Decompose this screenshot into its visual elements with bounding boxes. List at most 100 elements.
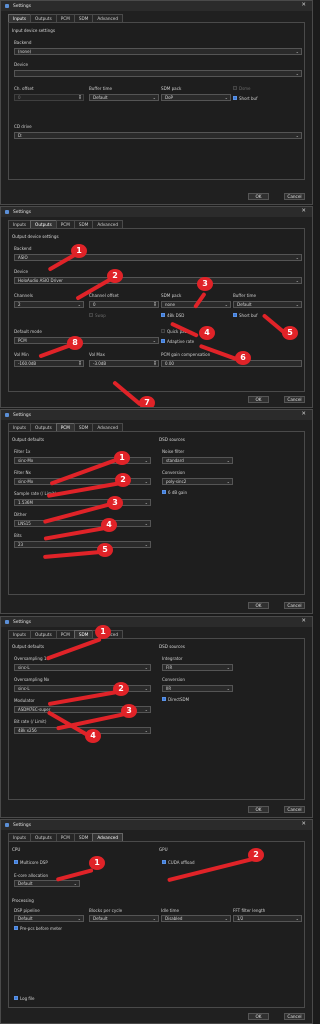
- tab-inputs[interactable]: Inputs: [8, 833, 32, 841]
- title-bar[interactable]: Settings ✕: [1, 1, 312, 11]
- tab-outputs[interactable]: Outputs: [30, 630, 57, 638]
- conversion-select[interactable]: poly-sinc2 ⌄: [162, 478, 233, 485]
- device-select[interactable]: ⌄: [14, 70, 302, 77]
- backend-select[interactable]: (none) ⌄: [14, 48, 302, 55]
- log-file-checkbox[interactable]: [14, 996, 18, 1000]
- tab-sdm[interactable]: SDM: [73, 220, 94, 228]
- dsd-checkbox[interactable]: [233, 86, 237, 90]
- cancel-button[interactable]: Cancel: [284, 602, 305, 609]
- gain-6db-checkbox[interactable]: [162, 490, 166, 494]
- cancel-button[interactable]: Cancel: [284, 396, 305, 403]
- cuda-offload-checkbox[interactable]: [162, 860, 166, 864]
- dither-select[interactable]: LNS15 ⌄: [14, 520, 151, 527]
- spin-arrows-icon[interactable]: ▲ ▼: [154, 302, 156, 307]
- spin-arrows-icon[interactable]: ▲ ▼: [79, 361, 81, 366]
- cancel-button[interactable]: Cancel: [284, 806, 305, 813]
- ecore-select[interactable]: Default ⌄: [14, 880, 80, 887]
- cancel-button[interactable]: Cancel: [284, 193, 305, 200]
- tab-sdm[interactable]: SDM: [73, 630, 94, 638]
- tab-pcm[interactable]: PCM: [55, 14, 75, 22]
- tab-pcm[interactable]: PCM: [55, 423, 75, 431]
- noise-filter-select[interactable]: standard ⌄: [162, 457, 233, 464]
- ch-offset-spinbox[interactable]: 0 ▲ ▼: [14, 94, 84, 101]
- tab-outputs[interactable]: Outputs: [30, 14, 57, 22]
- integrator-select[interactable]: FIR ⌄: [162, 664, 233, 671]
- tab-outputs[interactable]: Outputs: [30, 220, 57, 228]
- multicore-dsp-checkbox[interactable]: [14, 860, 18, 864]
- tab-pcm[interactable]: PCM: [55, 833, 75, 841]
- blocks-per-cycle-select[interactable]: Default ⌄: [89, 915, 159, 922]
- channels-label: Channels: [14, 293, 33, 298]
- title-bar[interactable]: Settings ✕: [1, 617, 312, 627]
- tab-outputs[interactable]: Outputs: [30, 423, 57, 431]
- cancel-button[interactable]: Cancel: [284, 1013, 305, 1020]
- close-icon[interactable]: ✕: [301, 412, 306, 418]
- pre-pcs-checkbox[interactable]: [14, 926, 18, 930]
- tab-advanced[interactable]: Advanced: [92, 220, 124, 228]
- spin-arrows-icon[interactable]: ▲ ▼: [154, 361, 156, 366]
- tab-sdm[interactable]: SDM: [73, 423, 94, 431]
- conversion-select[interactable]: IIR ⌄: [162, 685, 233, 692]
- ok-button[interactable]: OK: [248, 193, 269, 200]
- vol-max-spinbox[interactable]: -3.0dB ▲ ▼: [89, 360, 159, 367]
- tab-panel: CPU GPU Multicore DSP CUDA offload E-cor…: [8, 841, 305, 1008]
- ok-button[interactable]: OK: [248, 396, 269, 403]
- tab-pcm[interactable]: PCM: [55, 220, 75, 228]
- dsp-pipeline-select[interactable]: Default ⌄: [14, 915, 84, 922]
- title-bar[interactable]: Settings ✕: [1, 207, 312, 217]
- tab-advanced[interactable]: Advanced: [92, 14, 124, 22]
- close-icon[interactable]: ✕: [301, 822, 306, 828]
- tab-inputs[interactable]: Inputs: [8, 14, 32, 22]
- swap-checkbox[interactable]: [89, 313, 93, 317]
- tab-pcm[interactable]: PCM: [55, 630, 75, 638]
- chevron-down-icon: ⌄: [144, 728, 148, 733]
- channel-offset-spinbox[interactable]: 0 ▲ ▼: [89, 301, 159, 308]
- spin-arrows-icon[interactable]: ▲ ▼: [79, 95, 81, 100]
- idle-time-select[interactable]: Disabled ⌄: [161, 915, 231, 922]
- chevron-down-icon: ⌄: [77, 302, 81, 307]
- direct-sdm-checkbox[interactable]: [162, 697, 166, 701]
- adaptive-rate-checkbox[interactable]: [161, 339, 165, 343]
- tab-inputs[interactable]: Inputs: [8, 630, 32, 638]
- bits-select[interactable]: 23 ⌄: [14, 541, 151, 548]
- close-icon[interactable]: ✕: [301, 3, 306, 9]
- title-bar[interactable]: Settings ✕: [1, 410, 312, 420]
- backend-select[interactable]: ASIO ⌄: [14, 254, 302, 261]
- sdm-pack-select[interactable]: DoP ⌄: [161, 94, 231, 101]
- filter-1x-select[interactable]: sinc-Mx ⌄: [14, 457, 151, 464]
- channels-select[interactable]: 2 ⌄: [14, 301, 84, 308]
- close-icon[interactable]: ✕: [301, 209, 306, 215]
- chevron-down-icon: ⌄: [226, 479, 230, 484]
- tab-inputs[interactable]: Inputs: [8, 220, 32, 228]
- channel-offset-label: Channel offset: [89, 293, 119, 298]
- fft-filter-length-select[interactable]: 1/2 ⌄: [233, 915, 302, 922]
- buffer-time-select[interactable]: Default ⌄: [89, 94, 159, 101]
- close-icon[interactable]: ✕: [301, 619, 306, 625]
- ok-button[interactable]: OK: [248, 1013, 269, 1020]
- title-bar[interactable]: Settings ✕: [1, 820, 312, 830]
- buffer-time-select[interactable]: Default ⌄: [233, 301, 302, 308]
- short-buf-checkbox[interactable]: [233, 96, 237, 100]
- tab-sdm[interactable]: SDM: [73, 14, 94, 22]
- quick-pause-checkbox[interactable]: [161, 329, 165, 333]
- ok-button[interactable]: OK: [248, 806, 269, 813]
- pcm-gain-input[interactable]: 0.00: [161, 360, 302, 367]
- backend-value: (none): [18, 49, 32, 54]
- dsd48k-checkbox[interactable]: [161, 313, 165, 317]
- oversampling-nx-select[interactable]: sinc-L ⌄: [14, 685, 151, 692]
- device-select[interactable]: HoloAudio ASIO Driver ⌄: [14, 277, 302, 284]
- tab-sdm[interactable]: SDM: [73, 833, 94, 841]
- sample-rate-select[interactable]: 1.536M ⌄: [14, 499, 151, 506]
- short-buf-checkbox[interactable]: [233, 313, 237, 317]
- cd-drive-select[interactable]: D: ⌄: [14, 132, 302, 139]
- dsd-sources-header: DSD sources: [159, 437, 185, 442]
- tab-advanced[interactable]: Advanced: [92, 833, 124, 841]
- default-mode-select[interactable]: PCM ⌄: [14, 337, 159, 344]
- tab-advanced[interactable]: Advanced: [92, 423, 124, 431]
- tab-inputs[interactable]: Inputs: [8, 423, 32, 431]
- annotation-callout-4: 4: [199, 326, 215, 340]
- vol-min-spinbox[interactable]: -160.0dB ▲ ▼: [14, 360, 84, 367]
- ok-button[interactable]: OK: [248, 602, 269, 609]
- oversampling-1x-select[interactable]: sinc-L ⌄: [14, 664, 151, 671]
- tab-outputs[interactable]: Outputs: [30, 833, 57, 841]
